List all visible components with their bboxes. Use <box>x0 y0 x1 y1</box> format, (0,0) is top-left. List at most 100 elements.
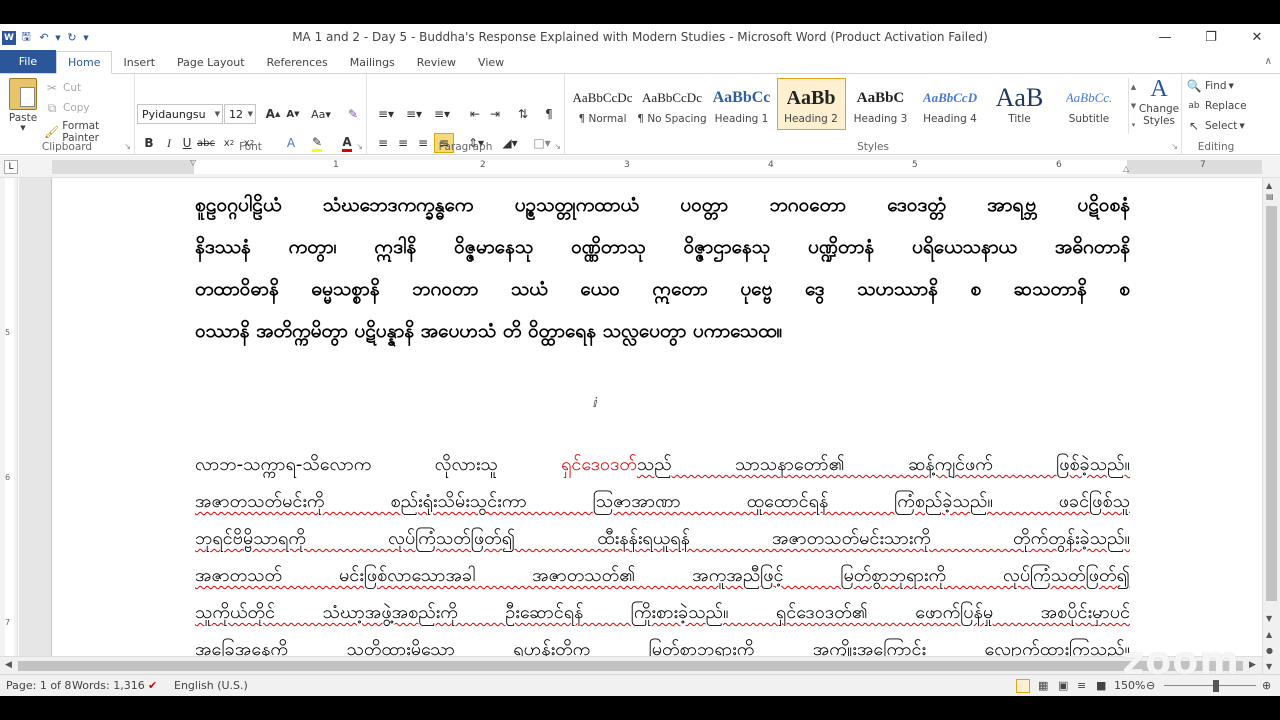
copy-button[interactable]: ⧉ Copy <box>44 100 90 116</box>
zoom-slider[interactable] <box>1164 685 1256 686</box>
myanmar-line: အဇာတသတ် မင်းဖြစ်လာသောအခါ အဇာတသတ်၏ အကူအညီ… <box>195 565 1130 586</box>
next-page-icon[interactable]: ▼ <box>1266 662 1272 671</box>
scroll-left-arrow-icon[interactable]: ◀ <box>5 660 12 670</box>
minimize-ribbon-icon[interactable]: ∧ <box>1265 56 1272 67</box>
clipboard-launcher-icon[interactable]: ↘ <box>124 142 131 151</box>
chevron-down-icon: ▼ <box>214 110 220 118</box>
multilevel-list-icon[interactable]: ≡▾ <box>429 104 455 124</box>
tab-review[interactable]: Review <box>406 51 467 73</box>
browse-object-icon[interactable]: ● <box>1266 646 1273 655</box>
video-letterbox-top <box>0 0 1280 24</box>
chevron-down-icon: ▼ <box>247 110 253 118</box>
draft-icon[interactable]: ■ <box>1096 679 1106 692</box>
full-screen-reading-icon[interactable]: ▦ <box>1038 679 1048 692</box>
redo-icon[interactable]: ↻ <box>64 30 80 46</box>
outline-icon[interactable]: ≡ <box>1077 679 1086 692</box>
font-size-combo[interactable]: 12 ▼ <box>224 104 256 124</box>
style-name: Heading 1 <box>714 113 769 125</box>
style-heading-4[interactable]: AaBbCcD Heading 4 <box>916 78 985 130</box>
print-layout-icon[interactable] <box>1016 679 1030 693</box>
style-heading-3[interactable]: AaBbC Heading 3 <box>846 78 915 130</box>
ruler-toggle-icon[interactable]: ▤ <box>1266 192 1274 201</box>
word-count[interactable]: Words: 1,316 <box>72 679 145 692</box>
vertical-scrollbar[interactable]: ▲ ▤ ▼ ▲ ● ▼ <box>1262 178 1280 678</box>
style-heading-1[interactable]: AaBbCc Heading 1 <box>707 78 776 130</box>
paragraph-launcher-icon[interactable]: ↘ <box>554 142 561 151</box>
horizontal-scrollbar[interactable]: ◀ ▶ <box>0 656 1262 674</box>
right-indent-marker[interactable]: △ <box>1123 164 1129 173</box>
style-name: Subtitle <box>1068 113 1110 125</box>
scroll-up-icon[interactable]: ▲ <box>1131 83 1136 91</box>
clear-formatting-icon[interactable]: ✎ <box>343 104 363 124</box>
increase-indent-icon[interactable]: ⇥ <box>485 104 505 124</box>
pali-paragraph[interactable]: စူဠဝဂ္ဂပါဠိယံ သံဃဘေဒကက္ခန္ဓကေ ပဥ္စသတ္တုက… <box>195 184 1130 352</box>
font-launcher-icon[interactable]: ↘ <box>356 142 363 151</box>
tab-page-layout[interactable]: Page Layout <box>166 51 256 73</box>
language[interactable]: English (U.S.) <box>174 679 248 692</box>
style-no-spacing[interactable]: AaBbCcDc ¶ No Spacing <box>637 78 706 130</box>
vertical-ruler[interactable]: 5 6 7 <box>0 178 18 678</box>
font-family-combo[interactable]: Pyidaungsu ▼ <box>137 104 223 124</box>
find-button[interactable]: 🔍 Find ▼ <box>1186 78 1234 94</box>
grow-font-icon[interactable]: A ▲ <box>263 104 283 124</box>
find-label: Find <box>1205 80 1227 92</box>
styles-gallery-scroll[interactable]: ▲ ▼ ▾ <box>1128 78 1138 134</box>
numbering-icon[interactable]: ≡▾ <box>401 104 427 124</box>
style-normal[interactable]: AaBbCcDc ¶ Normal <box>568 78 637 130</box>
change-case-icon[interactable]: Aa▾ <box>311 104 331 124</box>
vruler-number: 5 <box>5 328 11 337</box>
undo-dropdown-icon[interactable]: ▼ <box>54 30 62 46</box>
scroll-up-arrow-icon[interactable]: ▲ <box>1266 181 1272 190</box>
page-count[interactable]: Page: 1 of 8 <box>6 679 71 692</box>
previous-page-icon[interactable]: ▲ <box>1266 630 1272 639</box>
document-page[interactable]: စူဠဝဂ္ဂပါဠိယံ သံဃဘေဒကက္ခန္ဓကေ ပဥ္စသတ္တုက… <box>51 178 1262 656</box>
zoom-in-icon[interactable]: ⊕ <box>1262 679 1271 692</box>
minimize-button[interactable]: — <box>1142 24 1188 51</box>
myanmar-line: ဘုရင်ဗိမ္ဗိသာရကို လုပ်ကြံသတ်ဖြတ်၍ ထီးနန်… <box>195 528 1130 549</box>
cut-button[interactable]: ✂ Cut <box>44 80 81 96</box>
myanmar-paragraph[interactable]: လာဘ-သက္ကာရ-သိလောက လိုလားသူ ရှင်ဒေဝဒတ်သည်… <box>195 446 1130 656</box>
window-title: MA 1 and 2 - Day 5 - Buddha's Response E… <box>292 30 988 44</box>
proofing-icon[interactable]: ✔ <box>148 679 157 692</box>
tab-home[interactable]: Home <box>56 51 113 74</box>
styles-launcher-icon[interactable]: ↘ <box>1171 142 1178 151</box>
pilcrow-icon[interactable]: ¶ <box>539 104 559 124</box>
select-button[interactable]: ↖ Select ▼ <box>1186 118 1245 134</box>
restore-button[interactable]: ❐ <box>1188 24 1234 51</box>
word-app-icon[interactable]: W <box>2 30 16 45</box>
horizontal-ruler[interactable]: 1 2 3 4 5 6 7 ▽ △ <box>52 158 1262 174</box>
save-icon[interactable]: 🖫 <box>18 30 34 46</box>
paste-button[interactable]: Paste ▼ <box>6 78 40 132</box>
style-subtitle[interactable]: AaBbCc. Subtitle <box>1055 78 1124 130</box>
scroll-down-arrow-icon[interactable]: ▼ <box>1266 614 1272 623</box>
style-sample: AaBbC <box>856 89 905 106</box>
style-heading-2[interactable]: AaBb Heading 2 <box>776 78 846 130</box>
tab-mailings[interactable]: Mailings <box>339 51 406 73</box>
bullets-icon[interactable]: ≡▾ <box>373 104 399 124</box>
replace-button[interactable]: ab Replace <box>1186 98 1247 114</box>
undo-icon[interactable]: ↶ <box>36 30 52 46</box>
text-run: လာဘ-သက္ကာရ-သိလောက လိုလားသူ <box>195 454 562 475</box>
vertical-scroll-thumb[interactable] <box>1266 206 1277 601</box>
tab-references[interactable]: References <box>256 51 339 73</box>
scroll-right-arrow-icon[interactable]: ▶ <box>1249 660 1256 670</box>
style-title[interactable]: AaB Title <box>985 78 1054 130</box>
horizontal-scroll-thumb[interactable] <box>18 661 1243 671</box>
tab-selector[interactable]: L <box>4 160 18 174</box>
horizontal-ruler-area: L 1 2 3 4 5 6 7 ▽ △ <box>0 156 1280 178</box>
tab-insert[interactable]: Insert <box>112 51 166 73</box>
change-styles-button[interactable]: A Change Styles <box>1139 76 1179 127</box>
close-button[interactable]: ✕ <box>1234 24 1280 51</box>
sort-icon[interactable]: ⇅ <box>513 104 533 124</box>
replace-label: Replace <box>1205 100 1247 112</box>
customize-qat-icon[interactable]: ▼ <box>82 30 90 46</box>
tab-view[interactable]: View <box>467 51 515 73</box>
scroll-down-icon[interactable]: ▼ <box>1131 102 1136 110</box>
tab-file[interactable]: File <box>0 50 56 73</box>
decrease-indent-icon[interactable]: ⇤ <box>465 104 485 124</box>
first-line-indent-marker[interactable]: ▽ <box>190 158 196 167</box>
web-layout-icon[interactable]: ▣ <box>1058 679 1068 692</box>
more-styles-icon[interactable]: ▾ <box>1132 121 1136 129</box>
style-name: Heading 3 <box>853 113 908 125</box>
shrink-font-icon[interactable]: A ▼ <box>283 104 303 124</box>
